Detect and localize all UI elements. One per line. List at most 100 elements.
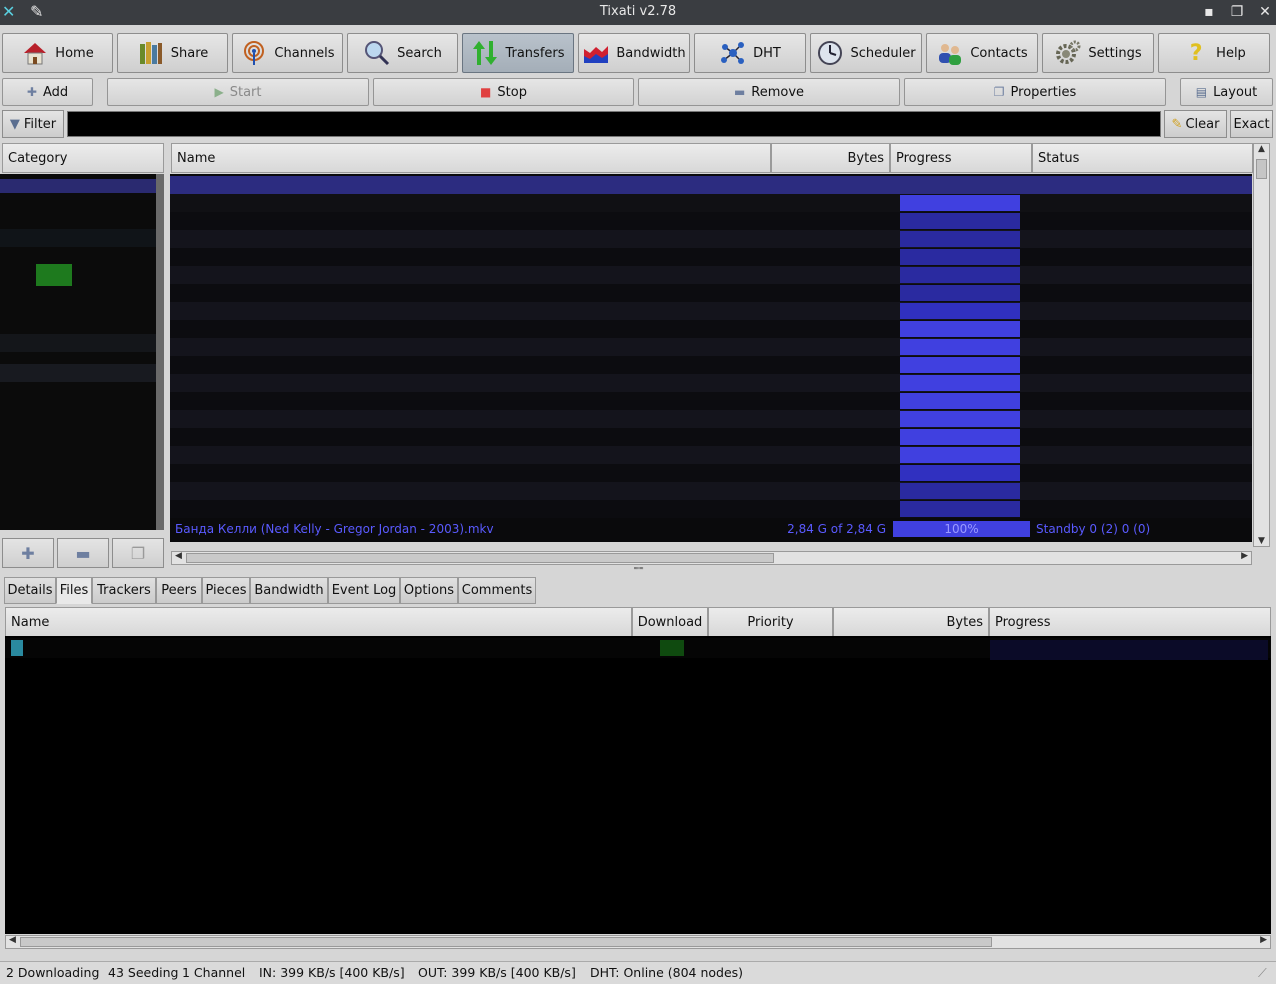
scroll-right-icon[interactable]: ▶	[1241, 551, 1248, 561]
category-list[interactable]	[0, 174, 164, 530]
scrollbar-thumb[interactable]	[186, 553, 774, 563]
files-bytes-column-header[interactable]: Bytes	[833, 607, 989, 637]
layout-button[interactable]: ▤ Layout	[1180, 78, 1273, 106]
channels-button[interactable]: Channels	[232, 33, 343, 73]
status-bar: 2 Downloading 43 Seeding 1 Channel IN: 3…	[0, 961, 1276, 984]
tab-options[interactable]: Options	[400, 577, 458, 604]
tab-peers[interactable]: Peers	[156, 577, 202, 604]
tab-trackers[interactable]: Trackers	[92, 577, 156, 604]
table-row[interactable]	[170, 392, 1252, 410]
minimize-icon[interactable]: ▪	[1199, 2, 1219, 22]
share-button[interactable]: Share	[117, 33, 228, 73]
clear-button[interactable]: ✎ Clear	[1164, 110, 1227, 138]
close-icon[interactable]: ✕	[1255, 2, 1275, 22]
scrollbar-thumb[interactable]	[20, 937, 992, 947]
category-scrollbar[interactable]	[156, 174, 164, 530]
remove-category-button[interactable]: ▬	[57, 538, 109, 568]
table-row[interactable]	[170, 266, 1252, 284]
tab-files[interactable]: Files	[56, 577, 92, 604]
exact-button[interactable]: Exact	[1230, 110, 1273, 138]
files-priority-column-header[interactable]: Priority	[708, 607, 833, 637]
table-row[interactable]	[170, 356, 1252, 374]
transfer-actions-bar: ✚ Add ▶ Start ■ Stop ▬ Remove ❐ Properti…	[0, 78, 1276, 106]
filter-button[interactable]: ▼ Filter	[2, 110, 64, 138]
table-row[interactable]	[170, 284, 1252, 302]
dht-button[interactable]: DHT	[694, 33, 806, 73]
scroll-up-icon[interactable]: ▲	[1254, 144, 1269, 154]
download-checkbox[interactable]	[660, 640, 684, 656]
table-row[interactable]	[170, 212, 1252, 230]
progress-bar	[900, 213, 1020, 229]
tab-event-log[interactable]: Event Log	[328, 577, 400, 604]
name-column-header[interactable]: Name	[171, 143, 771, 173]
files-list[interactable]	[5, 636, 1271, 934]
status-column-header[interactable]: Status	[1032, 143, 1253, 173]
category-row[interactable]	[0, 334, 164, 352]
progress-column-header[interactable]: Progress	[890, 143, 1032, 173]
home-button[interactable]: Home	[2, 33, 113, 73]
progress-bar	[900, 357, 1020, 373]
progress-bar	[900, 393, 1020, 409]
table-row[interactable]	[170, 194, 1252, 212]
transfers-list[interactable]: Банда Келли (Ned Kelly - Gregor Jordan -…	[170, 174, 1252, 542]
properties-button[interactable]: ❐ Properties	[904, 78, 1166, 106]
table-row[interactable]	[170, 338, 1252, 356]
category-properties-button[interactable]: ❐	[112, 538, 164, 568]
table-row[interactable]	[170, 374, 1252, 392]
scroll-right-icon[interactable]: ▶	[1260, 935, 1267, 945]
contacts-button[interactable]: Contacts	[926, 33, 1038, 73]
bytes-column-header[interactable]: Bytes	[771, 143, 890, 173]
search-button[interactable]: Search	[347, 33, 458, 73]
progress-bar	[990, 640, 1268, 660]
transfer-name: Банда Келли (Ned Kelly - Gregor Jordan -…	[175, 522, 494, 536]
table-row[interactable]	[170, 482, 1252, 500]
transfers-horizontal-scrollbar[interactable]: ◀ ▶	[171, 551, 1252, 565]
scroll-left-icon[interactable]: ◀	[9, 935, 16, 945]
transfers-button[interactable]: Transfers	[462, 33, 574, 73]
table-row[interactable]	[170, 464, 1252, 482]
category-row-selected[interactable]	[0, 179, 164, 193]
table-row[interactable]	[170, 176, 1252, 194]
start-button[interactable]: ▶ Start	[107, 78, 369, 106]
tab-details[interactable]: Details	[4, 577, 56, 604]
question-mark-icon: ?	[1189, 40, 1203, 66]
minus-icon: ▬	[733, 85, 746, 99]
category-row[interactable]	[0, 229, 164, 247]
settings-button[interactable]: Settings	[1042, 33, 1154, 73]
help-button[interactable]: ? Help	[1158, 33, 1270, 73]
add-button[interactable]: ✚ Add	[2, 78, 93, 106]
table-row[interactable]	[170, 320, 1252, 338]
maximize-icon[interactable]: ❐	[1227, 2, 1247, 22]
scroll-left-icon[interactable]: ◀	[175, 551, 182, 561]
scheduler-button[interactable]: Scheduler	[810, 33, 922, 73]
scrollbar-thumb[interactable]	[1256, 159, 1267, 179]
stop-button[interactable]: ■ Stop	[373, 78, 634, 106]
resize-grip-icon[interactable]: ⟋	[1258, 965, 1267, 981]
files-progress-column-header[interactable]: Progress	[989, 607, 1271, 637]
table-row[interactable]	[170, 428, 1252, 446]
table-row[interactable]	[170, 446, 1252, 464]
category-header[interactable]: Category	[2, 143, 164, 173]
panel-splitter-handle[interactable]: ''''''''	[620, 567, 656, 575]
scroll-down-icon[interactable]: ▼	[1254, 536, 1269, 546]
table-row[interactable]	[170, 302, 1252, 320]
tab-bandwidth[interactable]: Bandwidth	[250, 577, 328, 604]
stop-icon: ■	[480, 85, 492, 99]
table-row[interactable]	[170, 230, 1252, 248]
table-row[interactable]	[170, 248, 1252, 266]
files-horizontal-scrollbar[interactable]: ◀ ▶	[5, 935, 1271, 949]
files-download-column-header[interactable]: Download	[632, 607, 708, 637]
category-row[interactable]	[0, 364, 164, 382]
add-category-button[interactable]: ✚	[2, 538, 54, 568]
bandwidth-button[interactable]: Bandwidth	[578, 33, 690, 73]
table-row[interactable]: Банда Келли (Ned Kelly - Gregor Jordan -…	[170, 520, 1252, 538]
tab-pieces[interactable]: Pieces	[202, 577, 250, 604]
files-name-column-header[interactable]: Name	[5, 607, 632, 637]
transfers-vertical-scrollbar[interactable]: ▲ ▼	[1253, 143, 1270, 547]
tab-comments[interactable]: Comments	[458, 577, 536, 604]
table-row[interactable]	[170, 500, 1252, 518]
table-row[interactable]	[170, 410, 1252, 428]
table-row[interactable]	[5, 638, 1271, 660]
remove-button[interactable]: ▬ Remove	[638, 78, 900, 106]
filter-input[interactable]	[67, 111, 1161, 137]
